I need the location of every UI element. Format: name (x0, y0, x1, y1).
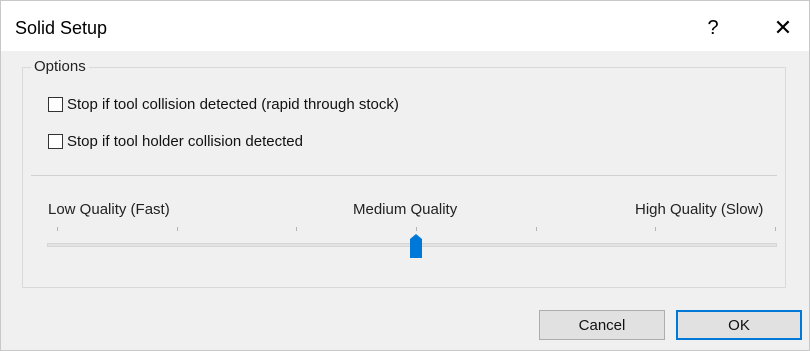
ok-button[interactable]: OK (676, 310, 802, 340)
separator (31, 175, 777, 176)
tool-collision-label: Stop if tool collision detected (rapid t… (67, 95, 399, 113)
low-quality-label: Low Quality (Fast) (48, 201, 170, 218)
window-title: Solid Setup (15, 18, 108, 38)
quality-slider-thumb[interactable] (409, 233, 423, 259)
checkbox-row-tool-collision[interactable]: Stop if tool collision detected (rapid t… (48, 94, 399, 114)
close-icon[interactable]: ✕ (763, 13, 803, 43)
checkbox-row-holder-collision[interactable]: Stop if tool holder collision detected (48, 131, 303, 151)
options-group-label: Options (31, 58, 89, 75)
slider-tick (296, 227, 298, 231)
cancel-button[interactable]: Cancel (539, 310, 665, 340)
tool-collision-checkbox[interactable] (48, 96, 63, 112)
slider-tick (176, 227, 178, 231)
high-quality-label: High Quality (Slow) (635, 201, 764, 218)
slider-tick (416, 227, 417, 231)
slider-tick (655, 227, 657, 231)
solid-setup-dialog: Solid Setup ? ✕ Options Stop if tool col… (0, 0, 810, 351)
slider-tick (535, 227, 537, 231)
slider-tick (57, 227, 58, 231)
holder-collision-label: Stop if tool holder collision detected (67, 132, 303, 150)
slider-tick (775, 227, 776, 231)
holder-collision-checkbox[interactable] (48, 133, 63, 149)
title-bar: Solid Setup ? ✕ (1, 1, 809, 51)
help-icon[interactable]: ? (693, 13, 733, 43)
medium-quality-label: Medium Quality (353, 201, 458, 218)
